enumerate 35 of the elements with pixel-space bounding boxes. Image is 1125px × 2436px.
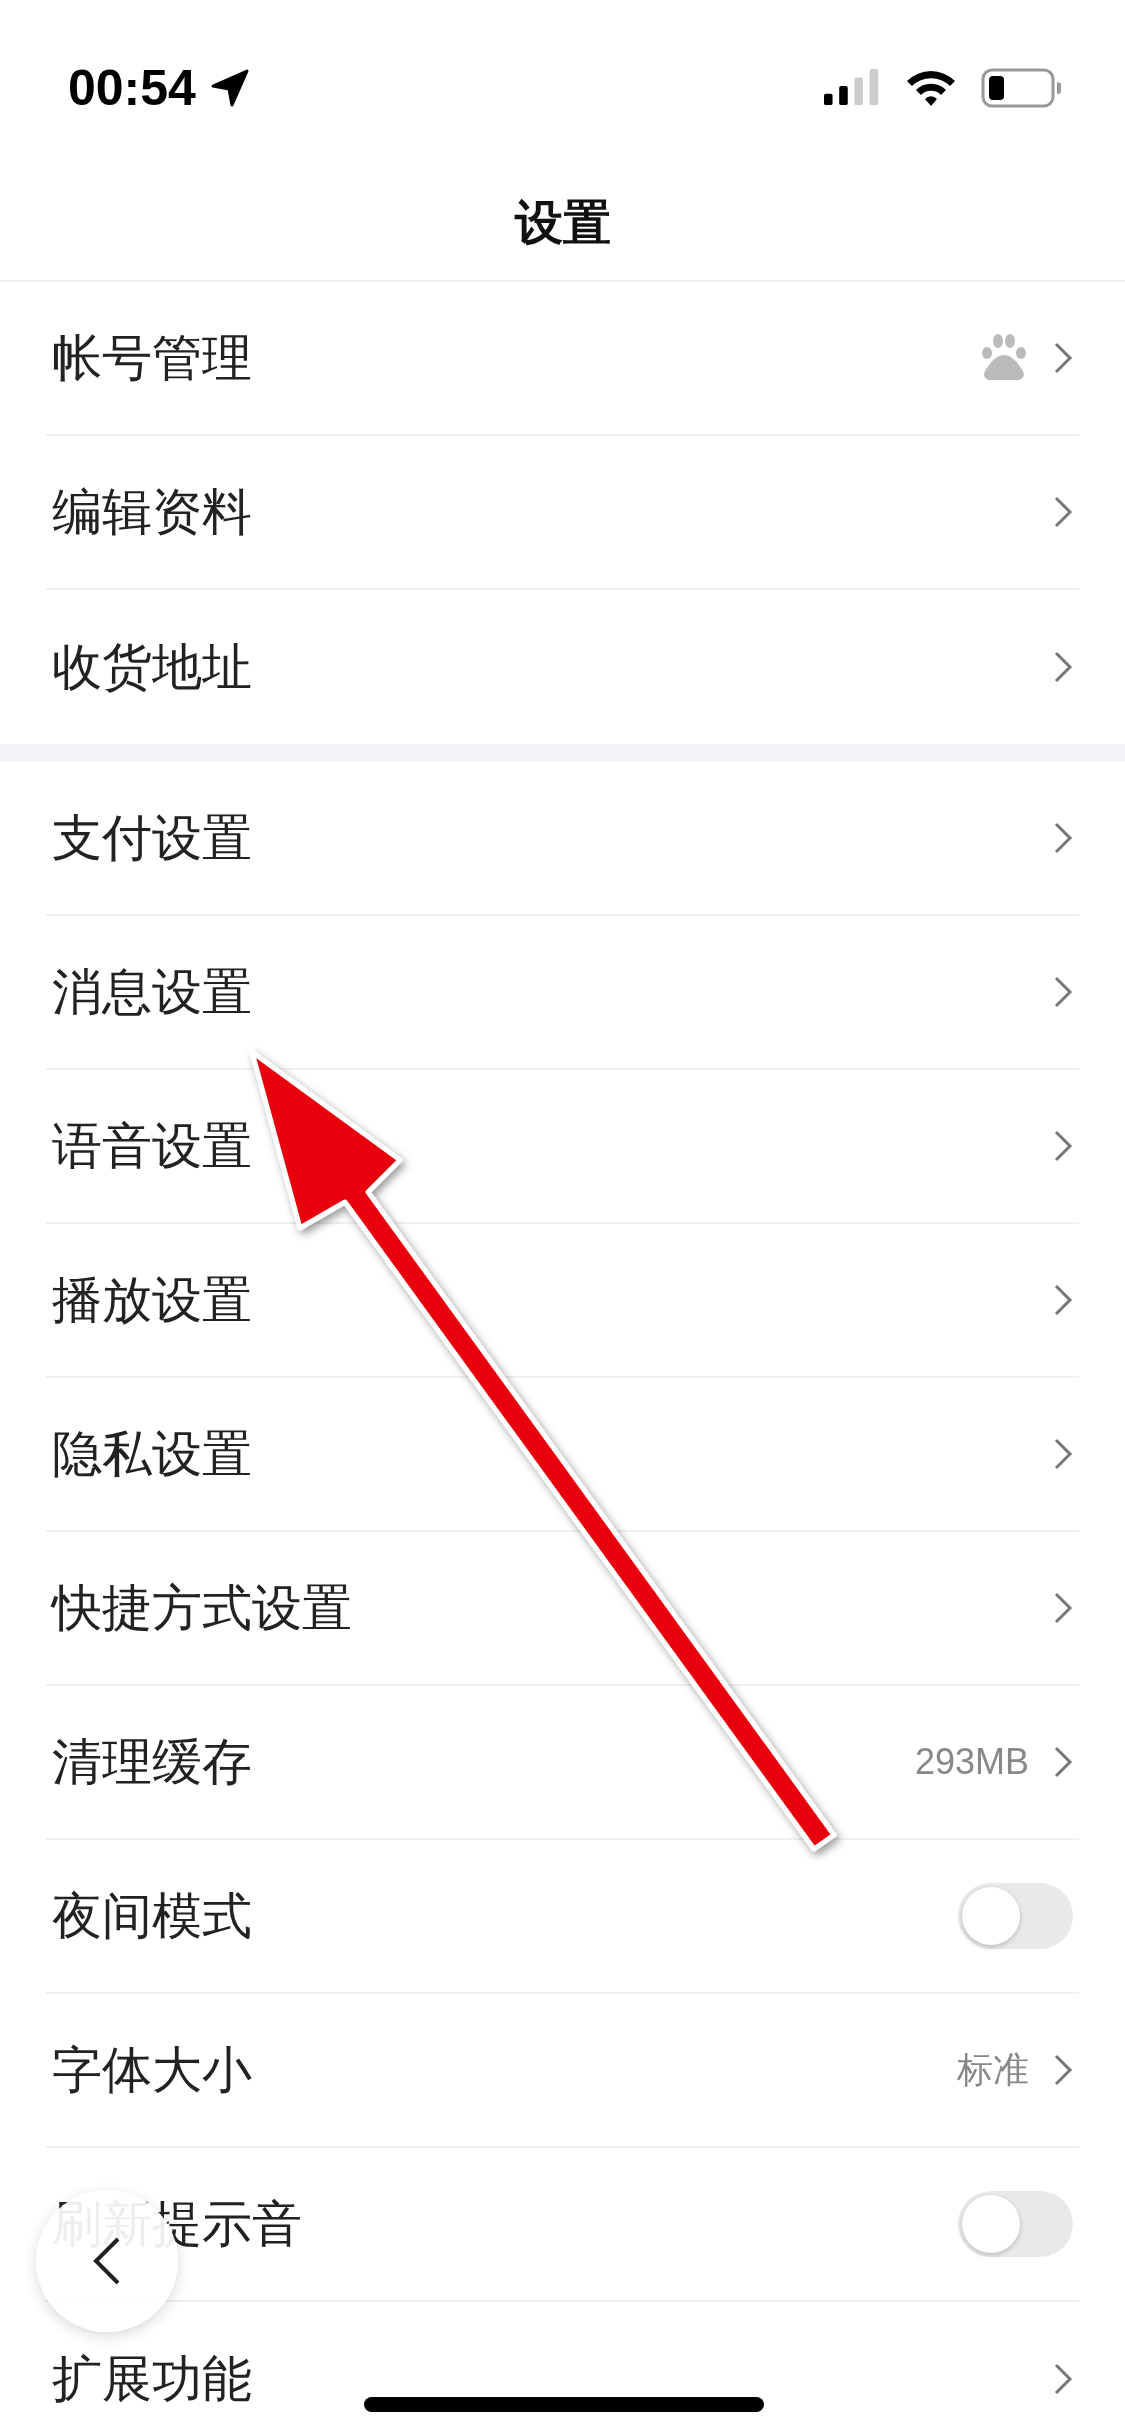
row-label: 隐私设置 — [52, 1423, 252, 1485]
chevron-icon — [1053, 495, 1073, 529]
battery-icon — [981, 67, 1061, 108]
row-label: 刷新提示音 — [52, 2193, 302, 2255]
chevron-icon — [1053, 2362, 1073, 2396]
row-label: 帐号管理 — [52, 327, 252, 389]
home-indicator[interactable] — [364, 2397, 764, 2412]
row-label: 编辑资料 — [52, 481, 252, 543]
row-label: 支付设置 — [52, 807, 252, 869]
row-label: 快捷方式设置 — [52, 1577, 352, 1639]
signal-icon — [824, 68, 881, 107]
row-label: 清理缓存 — [52, 1731, 252, 1793]
chevron-icon — [1053, 1591, 1073, 1625]
paw-icon — [979, 333, 1029, 383]
status-time: 00:54 — [68, 58, 196, 117]
chevron-icon — [1053, 341, 1073, 375]
row-label: 消息设置 — [52, 961, 252, 1023]
chevron-icon — [1053, 650, 1073, 684]
page-title: 设置 — [514, 192, 611, 252]
row-label: 字体大小 — [52, 2039, 252, 2101]
row-value: 标准 — [957, 2047, 1029, 2092]
chevron-icon — [1053, 1437, 1073, 1471]
row-label: 语音设置 — [52, 1115, 252, 1177]
chevron-icon — [1053, 1745, 1073, 1779]
chevron-icon — [1053, 2053, 1073, 2087]
chevron-icon — [1053, 1283, 1073, 1317]
chevron-icon — [1053, 1129, 1073, 1163]
row-label: 播放设置 — [52, 1269, 252, 1331]
row-label: 收货地址 — [52, 636, 252, 698]
row-label: 夜间模式 — [52, 1885, 252, 1947]
chevron-icon — [1053, 821, 1073, 855]
row-label: 扩展功能 — [52, 2348, 252, 2410]
chevron-icon — [1053, 975, 1073, 1009]
row-value: 293MB — [914, 1741, 1029, 1783]
location-icon — [209, 67, 250, 108]
